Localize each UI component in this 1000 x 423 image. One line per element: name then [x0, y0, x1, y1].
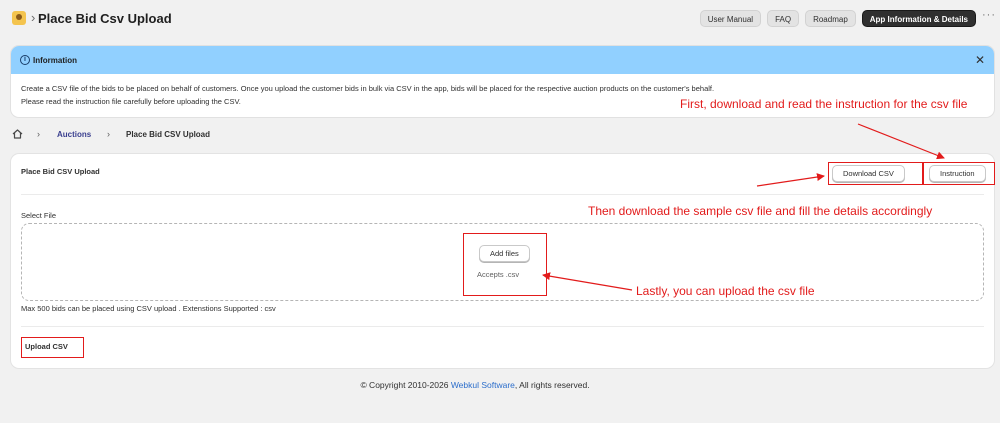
header-actions: User Manual FAQ Roadmap App Information … — [699, 10, 976, 27]
card-title: Place Bid CSV Upload — [21, 167, 100, 176]
webkul-link[interactable]: Webkul Software — [451, 380, 515, 390]
chevron-right-icon: › — [107, 129, 110, 139]
breadcrumb-auctions-link[interactable]: Auctions — [57, 130, 91, 139]
annotation-step-one: First, download and read the instruction… — [680, 97, 968, 111]
info-icon: i — [20, 55, 30, 65]
upload-help-text: Max 500 bids can be placed using CSV upl… — [21, 304, 276, 313]
information-note: Please read the instruction file careful… — [21, 97, 241, 106]
breadcrumb-current: Place Bid CSV Upload — [126, 130, 211, 139]
roadmap-button[interactable]: Roadmap — [805, 10, 856, 27]
information-banner-header: i Information ✕ — [11, 46, 994, 74]
information-title: Information — [33, 56, 77, 65]
user-manual-button[interactable]: User Manual — [699, 10, 762, 27]
highlight-download-box — [828, 162, 923, 185]
more-actions-icon[interactable]: ··· — [982, 9, 996, 21]
page-title: Place Bid Csv Upload — [38, 11, 172, 26]
chevron-right-icon: › — [37, 129, 40, 139]
chevron-right-icon: › — [31, 10, 36, 25]
divider — [21, 194, 984, 195]
upload-card: Place Bid CSV Upload Download CSV Instru… — [11, 154, 995, 368]
top-bar: › Place Bid Csv Upload User Manual FAQ R… — [0, 0, 1000, 36]
annotation-step-three: Lastly, you can upload the csv file — [636, 284, 815, 298]
copyright-text: © Copyright 2010-2026 — [360, 380, 451, 390]
highlight-add-files-box — [463, 233, 547, 296]
divider — [21, 326, 984, 327]
select-file-label: Select File — [21, 211, 57, 220]
arrow-to-instruction — [857, 123, 945, 160]
footer: © Copyright 2010-2026 Webkul Software, A… — [0, 380, 950, 390]
faq-button[interactable]: FAQ — [767, 10, 800, 27]
annotation-step-two: Then download the sample csv file and fi… — [588, 204, 933, 218]
information-text: Create a CSV file of the bids to be plac… — [21, 84, 715, 93]
highlight-instruction-box — [923, 162, 995, 185]
home-icon[interactable] — [12, 129, 23, 139]
close-icon[interactable]: ✕ — [975, 53, 985, 67]
highlight-upload-box — [21, 337, 84, 358]
app-logo-icon — [12, 11, 26, 25]
copyright-suffix: , All rights reserved. — [514, 380, 590, 390]
app-information-button[interactable]: App Information & Details — [861, 10, 976, 27]
